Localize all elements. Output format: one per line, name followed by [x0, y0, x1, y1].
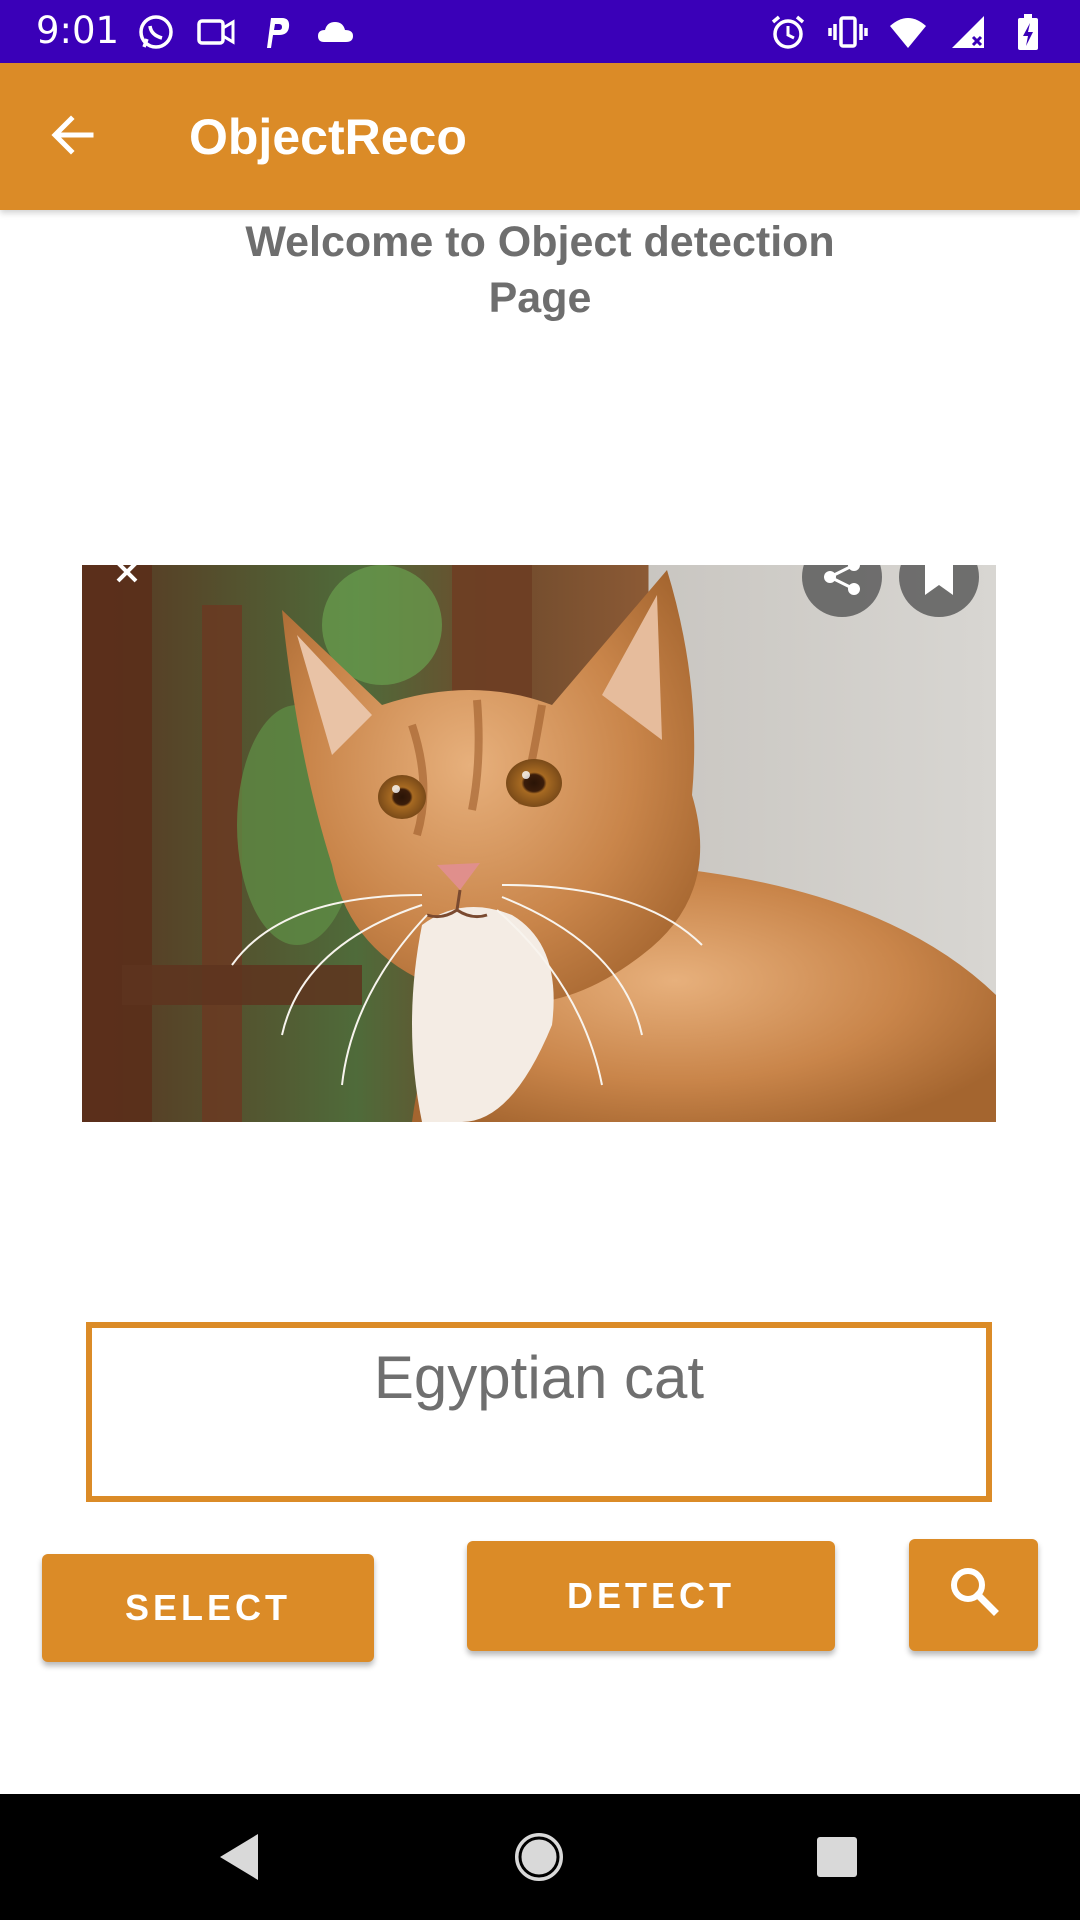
status-icons-right [768, 10, 1048, 54]
nav-back-button[interactable] [204, 1824, 274, 1894]
select-button[interactable]: SELECT [42, 1554, 374, 1662]
paytm-icon [256, 12, 296, 52]
back-button[interactable] [34, 103, 112, 171]
whatsapp-icon [136, 12, 176, 52]
system-nav-bar [0, 1794, 1080, 1920]
home-circle-icon [513, 1831, 565, 1888]
nav-home-button[interactable] [504, 1824, 574, 1894]
cloud-icon [316, 12, 356, 52]
result-text: Egyptian cat [373, 1344, 705, 1411]
arrow-back-icon [47, 109, 99, 166]
cat-image [82, 565, 996, 1122]
welcome-heading: Welcome to Object detection Page [0, 214, 1080, 326]
nav-recents-button[interactable] [802, 1824, 872, 1894]
video-call-icon [196, 12, 236, 52]
detect-button[interactable]: DETECT [467, 1541, 835, 1651]
recents-square-icon [815, 1835, 859, 1884]
app-title: ObjectReco [189, 109, 467, 165]
search-button[interactable] [909, 1539, 1038, 1651]
status-bar: 9:01 [0, 0, 1080, 63]
back-triangle-icon [216, 1832, 262, 1887]
vibrate-icon [828, 12, 868, 52]
app-bar: ObjectReco [0, 63, 1080, 210]
welcome-text: Welcome to Object detection Page [245, 218, 835, 322]
battery-charging-icon [1008, 12, 1048, 52]
detect-button-label: DETECT [567, 1575, 735, 1616]
wifi-icon [888, 12, 928, 52]
status-time: 9:01 [36, 9, 120, 52]
signal-icon [948, 12, 988, 52]
search-icon [946, 1563, 1002, 1628]
alarm-icon [768, 12, 808, 52]
result-textbox[interactable]: Egyptian cat [86, 1322, 992, 1502]
status-icons-left [136, 10, 356, 54]
select-button-label: SELECT [124, 1587, 291, 1628]
